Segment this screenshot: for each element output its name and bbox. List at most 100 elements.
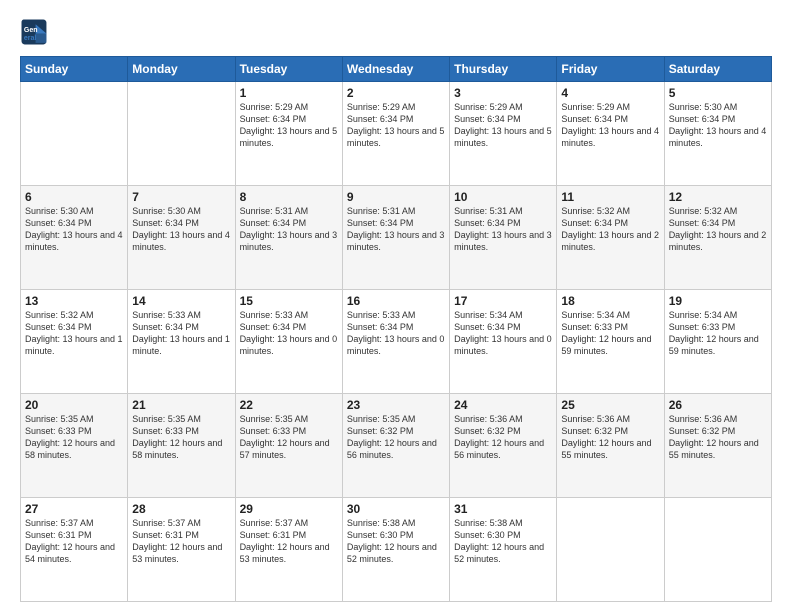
day-info: Sunrise: 5:34 AM Sunset: 6:34 PM Dayligh… <box>454 309 552 358</box>
day-info: Sunrise: 5:34 AM Sunset: 6:33 PM Dayligh… <box>669 309 767 358</box>
svg-text:eral: eral <box>24 35 37 42</box>
day-info: Sunrise: 5:29 AM Sunset: 6:34 PM Dayligh… <box>454 101 552 150</box>
day-info: Sunrise: 5:32 AM Sunset: 6:34 PM Dayligh… <box>561 205 659 254</box>
calendar-cell: 7Sunrise: 5:30 AM Sunset: 6:34 PM Daylig… <box>128 186 235 290</box>
weekday-header-tuesday: Tuesday <box>235 57 342 82</box>
day-info: Sunrise: 5:38 AM Sunset: 6:30 PM Dayligh… <box>347 517 445 566</box>
weekday-header-saturday: Saturday <box>664 57 771 82</box>
day-info: Sunrise: 5:31 AM Sunset: 6:34 PM Dayligh… <box>454 205 552 254</box>
day-number: 2 <box>347 86 445 100</box>
svg-text:Gen: Gen <box>24 27 38 34</box>
calendar-cell: 2Sunrise: 5:29 AM Sunset: 6:34 PM Daylig… <box>342 82 449 186</box>
weekday-header-sunday: Sunday <box>21 57 128 82</box>
day-number: 9 <box>347 190 445 204</box>
calendar-cell: 31Sunrise: 5:38 AM Sunset: 6:30 PM Dayli… <box>450 498 557 602</box>
calendar-cell: 6Sunrise: 5:30 AM Sunset: 6:34 PM Daylig… <box>21 186 128 290</box>
day-number: 10 <box>454 190 552 204</box>
logo-icon: Gen eral <box>20 18 48 46</box>
day-number: 25 <box>561 398 659 412</box>
day-number: 6 <box>25 190 123 204</box>
calendar-cell: 25Sunrise: 5:36 AM Sunset: 6:32 PM Dayli… <box>557 394 664 498</box>
day-number: 19 <box>669 294 767 308</box>
day-number: 16 <box>347 294 445 308</box>
calendar-cell: 19Sunrise: 5:34 AM Sunset: 6:33 PM Dayli… <box>664 290 771 394</box>
calendar-cell: 26Sunrise: 5:36 AM Sunset: 6:32 PM Dayli… <box>664 394 771 498</box>
day-info: Sunrise: 5:33 AM Sunset: 6:34 PM Dayligh… <box>240 309 338 358</box>
calendar-cell: 4Sunrise: 5:29 AM Sunset: 6:34 PM Daylig… <box>557 82 664 186</box>
calendar-cell <box>557 498 664 602</box>
day-number: 27 <box>25 502 123 516</box>
day-number: 31 <box>454 502 552 516</box>
day-number: 28 <box>132 502 230 516</box>
day-number: 17 <box>454 294 552 308</box>
calendar-week-1: 1Sunrise: 5:29 AM Sunset: 6:34 PM Daylig… <box>21 82 772 186</box>
day-number: 12 <box>669 190 767 204</box>
calendar-cell: 3Sunrise: 5:29 AM Sunset: 6:34 PM Daylig… <box>450 82 557 186</box>
calendar-cell: 30Sunrise: 5:38 AM Sunset: 6:30 PM Dayli… <box>342 498 449 602</box>
calendar-cell <box>128 82 235 186</box>
calendar-week-4: 20Sunrise: 5:35 AM Sunset: 6:33 PM Dayli… <box>21 394 772 498</box>
day-info: Sunrise: 5:36 AM Sunset: 6:32 PM Dayligh… <box>669 413 767 462</box>
day-info: Sunrise: 5:36 AM Sunset: 6:32 PM Dayligh… <box>561 413 659 462</box>
day-info: Sunrise: 5:33 AM Sunset: 6:34 PM Dayligh… <box>347 309 445 358</box>
day-info: Sunrise: 5:37 AM Sunset: 6:31 PM Dayligh… <box>240 517 338 566</box>
day-number: 20 <box>25 398 123 412</box>
day-number: 5 <box>669 86 767 100</box>
calendar-cell: 27Sunrise: 5:37 AM Sunset: 6:31 PM Dayli… <box>21 498 128 602</box>
calendar-cell: 17Sunrise: 5:34 AM Sunset: 6:34 PM Dayli… <box>450 290 557 394</box>
day-info: Sunrise: 5:35 AM Sunset: 6:33 PM Dayligh… <box>25 413 123 462</box>
day-number: 11 <box>561 190 659 204</box>
logo: Gen eral <box>20 18 54 46</box>
calendar-cell: 15Sunrise: 5:33 AM Sunset: 6:34 PM Dayli… <box>235 290 342 394</box>
day-number: 8 <box>240 190 338 204</box>
day-info: Sunrise: 5:37 AM Sunset: 6:31 PM Dayligh… <box>25 517 123 566</box>
calendar-cell: 16Sunrise: 5:33 AM Sunset: 6:34 PM Dayli… <box>342 290 449 394</box>
day-number: 7 <box>132 190 230 204</box>
day-info: Sunrise: 5:38 AM Sunset: 6:30 PM Dayligh… <box>454 517 552 566</box>
day-number: 15 <box>240 294 338 308</box>
weekday-header-thursday: Thursday <box>450 57 557 82</box>
calendar-header: SundayMondayTuesdayWednesdayThursdayFrid… <box>21 57 772 82</box>
day-info: Sunrise: 5:29 AM Sunset: 6:34 PM Dayligh… <box>347 101 445 150</box>
calendar-cell: 14Sunrise: 5:33 AM Sunset: 6:34 PM Dayli… <box>128 290 235 394</box>
calendar-cell: 23Sunrise: 5:35 AM Sunset: 6:32 PM Dayli… <box>342 394 449 498</box>
day-info: Sunrise: 5:35 AM Sunset: 6:33 PM Dayligh… <box>132 413 230 462</box>
calendar-cell: 8Sunrise: 5:31 AM Sunset: 6:34 PM Daylig… <box>235 186 342 290</box>
day-info: Sunrise: 5:33 AM Sunset: 6:34 PM Dayligh… <box>132 309 230 358</box>
calendar-cell: 22Sunrise: 5:35 AM Sunset: 6:33 PM Dayli… <box>235 394 342 498</box>
calendar-week-5: 27Sunrise: 5:37 AM Sunset: 6:31 PM Dayli… <box>21 498 772 602</box>
calendar-cell: 11Sunrise: 5:32 AM Sunset: 6:34 PM Dayli… <box>557 186 664 290</box>
weekday-header-wednesday: Wednesday <box>342 57 449 82</box>
calendar-cell: 29Sunrise: 5:37 AM Sunset: 6:31 PM Dayli… <box>235 498 342 602</box>
day-info: Sunrise: 5:31 AM Sunset: 6:34 PM Dayligh… <box>347 205 445 254</box>
calendar-cell: 18Sunrise: 5:34 AM Sunset: 6:33 PM Dayli… <box>557 290 664 394</box>
day-number: 23 <box>347 398 445 412</box>
day-number: 30 <box>347 502 445 516</box>
calendar-body: 1Sunrise: 5:29 AM Sunset: 6:34 PM Daylig… <box>21 82 772 602</box>
calendar-cell: 24Sunrise: 5:36 AM Sunset: 6:32 PM Dayli… <box>450 394 557 498</box>
weekday-row: SundayMondayTuesdayWednesdayThursdayFrid… <box>21 57 772 82</box>
calendar-cell: 10Sunrise: 5:31 AM Sunset: 6:34 PM Dayli… <box>450 186 557 290</box>
calendar-cell <box>21 82 128 186</box>
day-info: Sunrise: 5:29 AM Sunset: 6:34 PM Dayligh… <box>240 101 338 150</box>
calendar-cell: 9Sunrise: 5:31 AM Sunset: 6:34 PM Daylig… <box>342 186 449 290</box>
day-info: Sunrise: 5:30 AM Sunset: 6:34 PM Dayligh… <box>669 101 767 150</box>
day-number: 18 <box>561 294 659 308</box>
weekday-header-friday: Friday <box>557 57 664 82</box>
calendar-cell: 1Sunrise: 5:29 AM Sunset: 6:34 PM Daylig… <box>235 82 342 186</box>
day-number: 21 <box>132 398 230 412</box>
calendar-cell: 12Sunrise: 5:32 AM Sunset: 6:34 PM Dayli… <box>664 186 771 290</box>
day-number: 13 <box>25 294 123 308</box>
day-number: 1 <box>240 86 338 100</box>
calendar-cell: 5Sunrise: 5:30 AM Sunset: 6:34 PM Daylig… <box>664 82 771 186</box>
calendar-cell <box>664 498 771 602</box>
calendar-cell: 20Sunrise: 5:35 AM Sunset: 6:33 PM Dayli… <box>21 394 128 498</box>
day-number: 14 <box>132 294 230 308</box>
day-info: Sunrise: 5:30 AM Sunset: 6:34 PM Dayligh… <box>132 205 230 254</box>
day-number: 24 <box>454 398 552 412</box>
day-number: 4 <box>561 86 659 100</box>
day-number: 29 <box>240 502 338 516</box>
day-info: Sunrise: 5:37 AM Sunset: 6:31 PM Dayligh… <box>132 517 230 566</box>
day-info: Sunrise: 5:35 AM Sunset: 6:32 PM Dayligh… <box>347 413 445 462</box>
day-number: 22 <box>240 398 338 412</box>
